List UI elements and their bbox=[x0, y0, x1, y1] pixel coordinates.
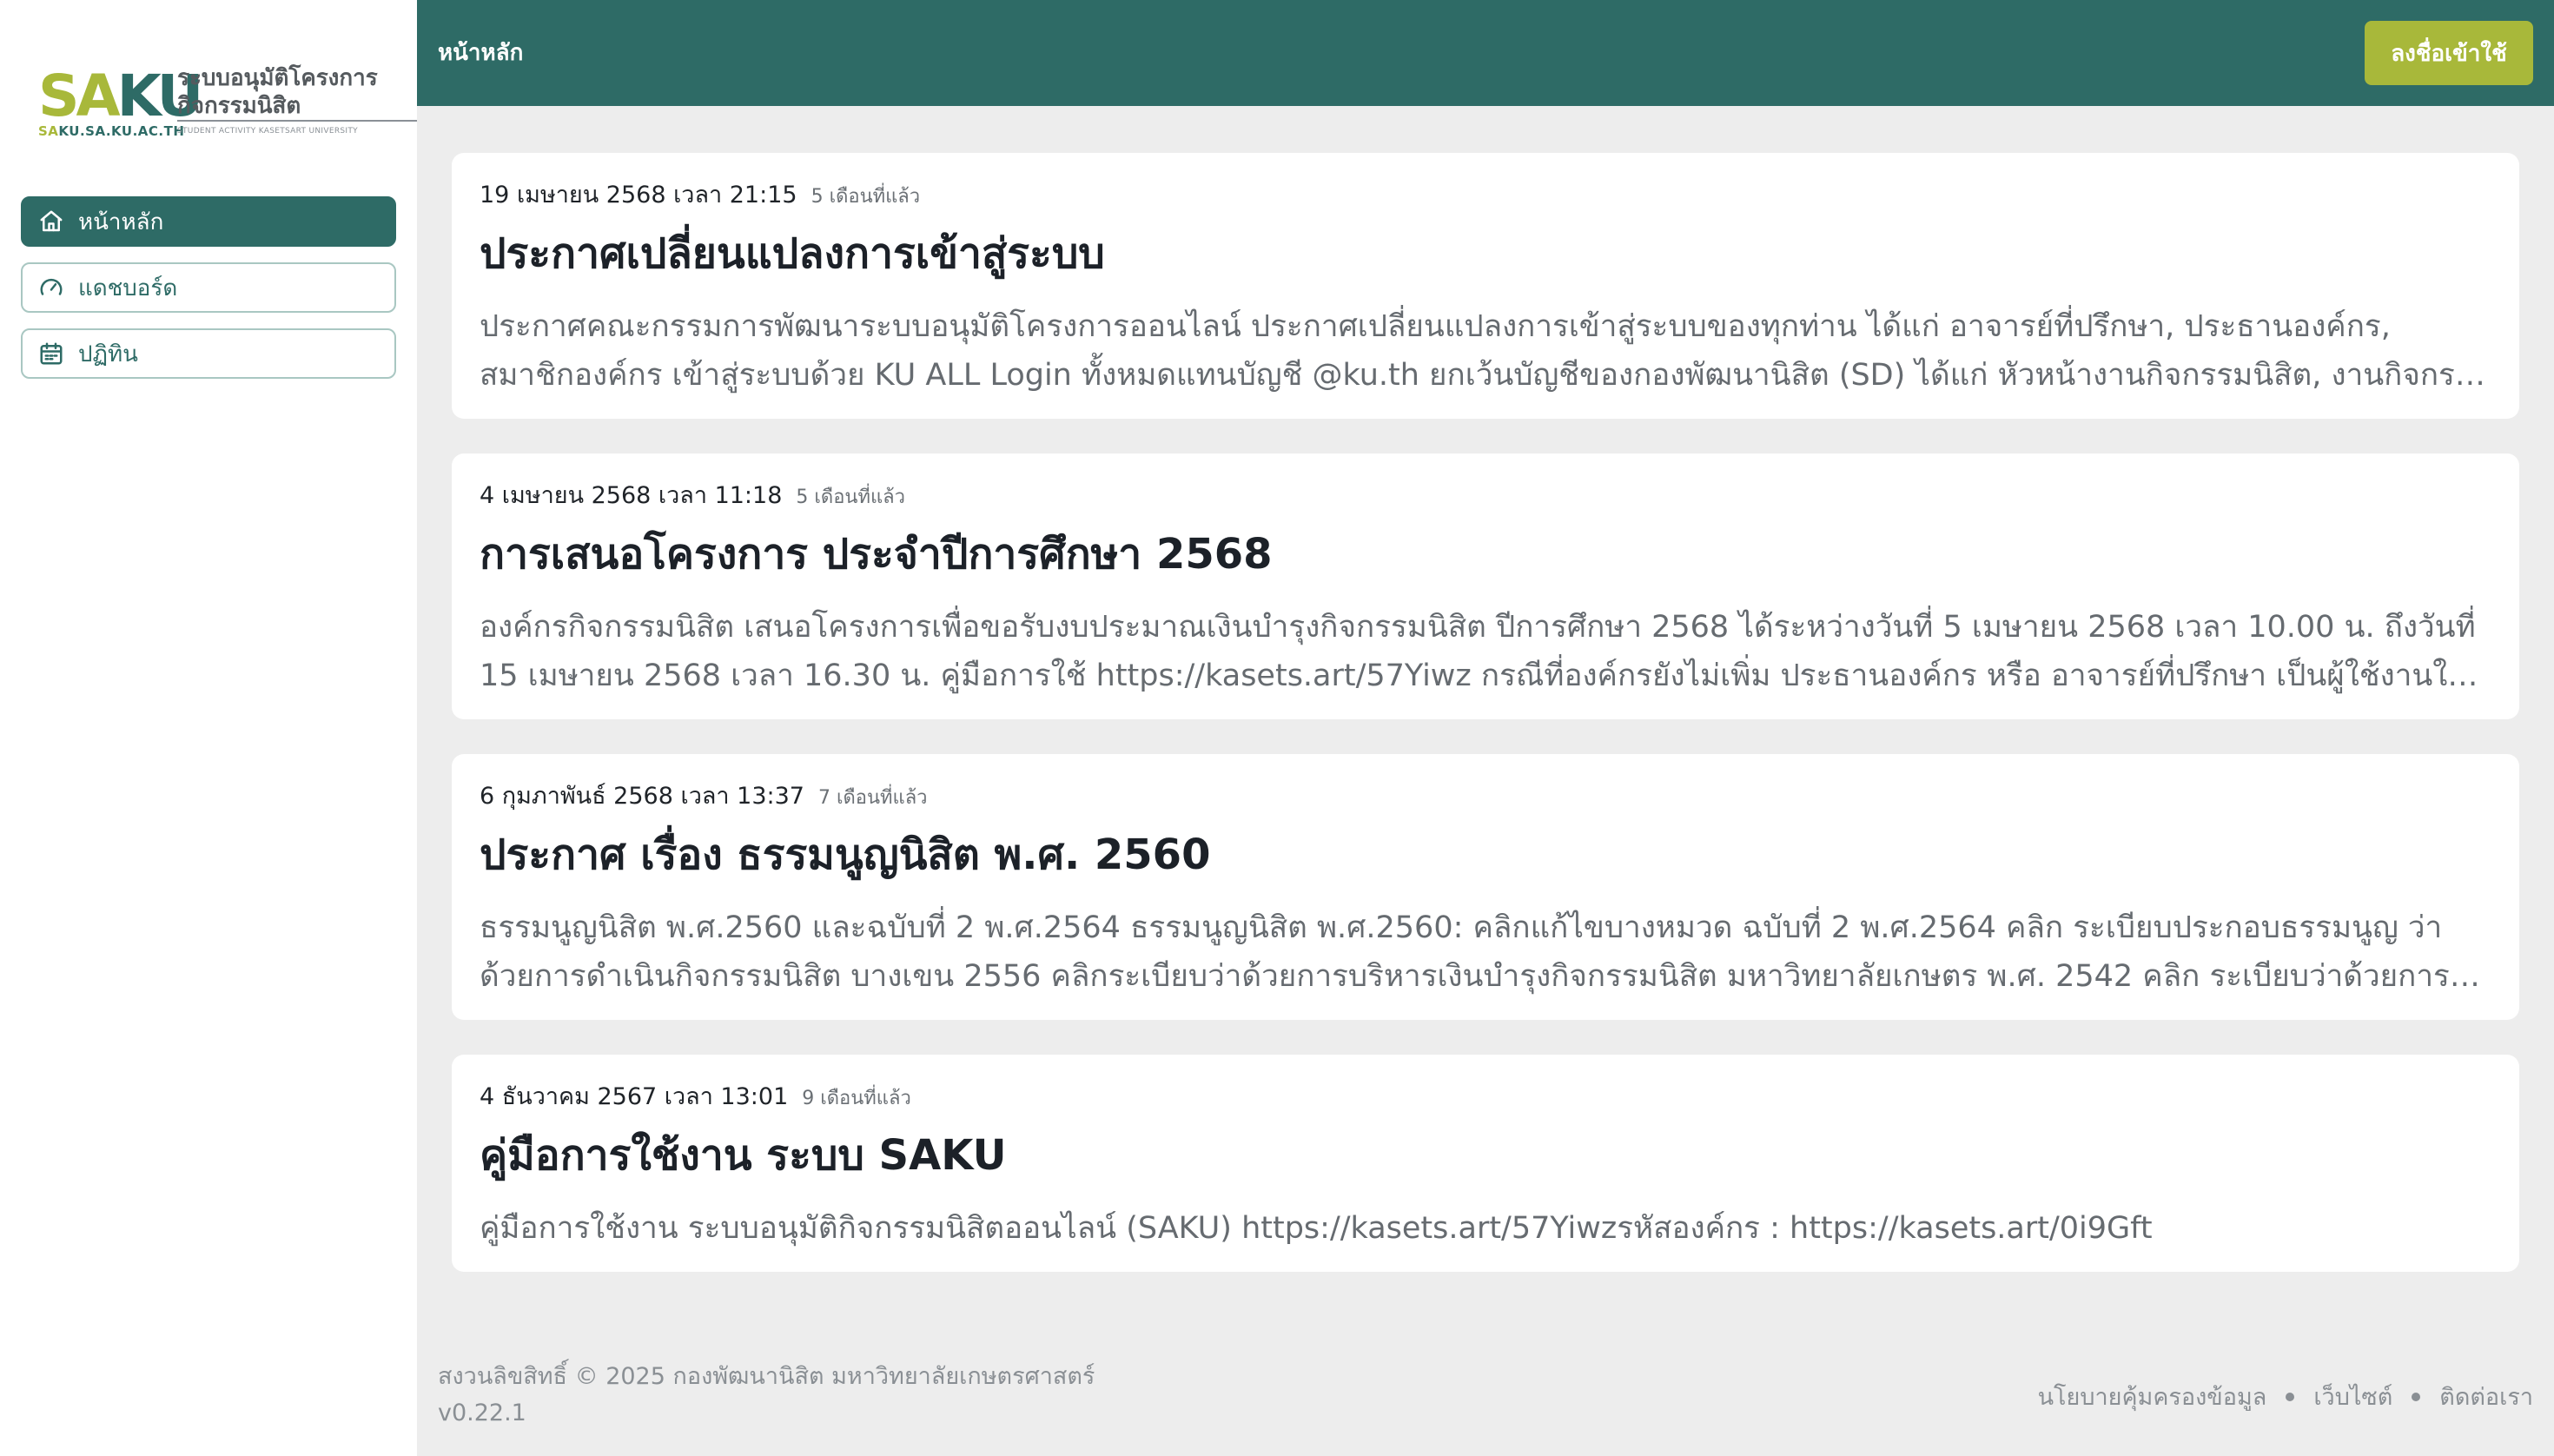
sidebar-item-dashboard[interactable]: แดชบอร์ด bbox=[21, 262, 396, 313]
announcement-date: 6 กุมภาพันธ์ 2568 เวลา 13:37 bbox=[480, 783, 804, 810]
announcement-title[interactable]: คู่มือการใช้งาน ระบบ SAKU bbox=[480, 1122, 2491, 1188]
logo-domain: SAKU.SA.KU.AC.TH bbox=[38, 123, 185, 139]
announcement-relative-time: 9 เดือนที่แล้ว bbox=[802, 1088, 911, 1109]
footer-links: นโยบายคุ้มครองข้อมูล เว็บไซต์ ติดต่อเรา bbox=[2038, 1378, 2533, 1415]
footer-link-privacy[interactable]: นโยบายคุ้มครองข้อมูล bbox=[2038, 1378, 2267, 1415]
home-icon bbox=[38, 208, 64, 235]
version-text: v0.22.1 bbox=[438, 1400, 526, 1426]
announcement-excerpt: ประกาศคณะกรรมการพัฒนาระบบอนุมัติโครงการอ… bbox=[480, 309, 2491, 393]
announcement-card[interactable]: 6 กุมภาพันธ์ 2568 เวลา 13:37 7 เดือนที่แ… bbox=[452, 754, 2519, 1020]
logo-divider bbox=[177, 120, 417, 122]
footer-info: สงวนลิขสิทธิ์ © 2025 กองพัฒนานิสิต มหาวิ… bbox=[438, 1359, 1095, 1432]
copyright-text: สงวนลิขสิทธิ์ © 2025 กองพัฒนานิสิต มหาวิ… bbox=[438, 1363, 1095, 1390]
logo-mark: SAKU bbox=[38, 63, 203, 129]
announcement-relative-time: 7 เดือนที่แล้ว bbox=[817, 787, 928, 809]
footer-link-contact[interactable]: ติดต่อเรา bbox=[2439, 1378, 2533, 1415]
sidebar: SAKU SAKU.SA.KU.AC.TH ระบบอนุมัติโครงการ… bbox=[0, 0, 417, 1456]
separator-dot bbox=[2412, 1392, 2421, 1401]
announcement-date: 4 เมษายน 2568 เวลา 11:18 bbox=[480, 482, 783, 509]
card-meta: 6 กุมภาพันธ์ 2568 เวลา 13:37 7 เดือนที่แ… bbox=[480, 777, 2491, 810]
sidebar-item-label: หน้าหลัก bbox=[78, 208, 164, 235]
announcement-excerpt: องค์กรกิจกรรมนิสิต เสนอโครงการเพื่อขอรับ… bbox=[480, 610, 2476, 693]
sidebar-item-calendar[interactable]: ปฏิทิน bbox=[21, 328, 396, 379]
sidebar-nav: หน้าหลัก แดชบอร์ด ปฏิทิน bbox=[21, 196, 396, 394]
announcement-card[interactable]: 4 เมษายน 2568 เวลา 11:18 5 เดือนที่แล้ว … bbox=[452, 453, 2519, 719]
card-meta: 4 เมษายน 2568 เวลา 11:18 5 เดือนที่แล้ว bbox=[480, 476, 2491, 509]
page-title: หน้าหลัก bbox=[438, 40, 524, 66]
sidebar-item-label: แดชบอร์ด bbox=[78, 275, 178, 301]
gauge-icon bbox=[38, 275, 64, 301]
announcement-date: 19 เมษายน 2568 เวลา 21:15 bbox=[480, 182, 797, 208]
sidebar-item-home[interactable]: หน้าหลัก bbox=[21, 196, 396, 247]
card-meta: 19 เมษายน 2568 เวลา 21:15 5 เดือนที่แล้ว bbox=[480, 175, 2491, 208]
saku-logo[interactable]: SAKU SAKU.SA.KU.AC.TH ระบบอนุมัติโครงการ… bbox=[38, 63, 417, 149]
announcement-relative-time: 5 เดือนที่แล้ว bbox=[811, 186, 921, 208]
announcement-date: 4 ธันวาคม 2567 เวลา 13:01 bbox=[480, 1083, 789, 1110]
announcement-excerpt: คู่มือการใช้งาน ระบบอนุมัติกิจกรรมนิสิตอ… bbox=[480, 1211, 2153, 1246]
announcement-card[interactable]: 19 เมษายน 2568 เวลา 21:15 5 เดือนที่แล้ว… bbox=[452, 153, 2519, 419]
announcement-relative-time: 5 เดือนที่แล้ว bbox=[796, 486, 905, 508]
announcement-title[interactable]: ประกาศ เรื่อง ธรรมนูญนิสิต พ.ศ. 2560 bbox=[480, 822, 2491, 888]
separator-dot bbox=[2286, 1392, 2295, 1401]
card-meta: 4 ธันวาคม 2567 เวลา 13:01 9 เดือนที่แล้ว bbox=[480, 1077, 2491, 1110]
logo-title: ระบบอนุมัติโครงการ กิจกรรมนิสิต bbox=[177, 65, 378, 119]
sidebar-item-label: ปฏิทิน bbox=[78, 341, 138, 367]
logo-subtitle: STUDENT ACTIVITY KASETSART UNIVERSITY bbox=[177, 127, 358, 136]
top-header: หน้าหลัก ลงชื่อเข้าใช้ bbox=[417, 0, 2554, 106]
announcement-excerpt: ธรรมนูญนิสิต พ.ศ.2560 และฉบับที่ 2 พ.ศ.2… bbox=[480, 910, 2450, 994]
announcement-title[interactable]: ประกาศเปลี่ยนแปลงการเข้าสู่ระบบ bbox=[480, 221, 2491, 287]
announcement-title[interactable]: การเสนอโครงการ ประจำปีการศึกษา 2568 bbox=[480, 521, 2491, 587]
login-button[interactable]: ลงชื่อเข้าใช้ bbox=[2365, 21, 2533, 85]
calendar-icon bbox=[38, 341, 64, 367]
announcement-card[interactable]: 4 ธันวาคม 2567 เวลา 13:01 9 เดือนที่แล้ว… bbox=[452, 1055, 2519, 1272]
footer-link-website[interactable]: เว็บไซต์ bbox=[2313, 1378, 2392, 1415]
announcement-list: 19 เมษายน 2568 เวลา 21:15 5 เดือนที่แล้ว… bbox=[452, 153, 2519, 1307]
